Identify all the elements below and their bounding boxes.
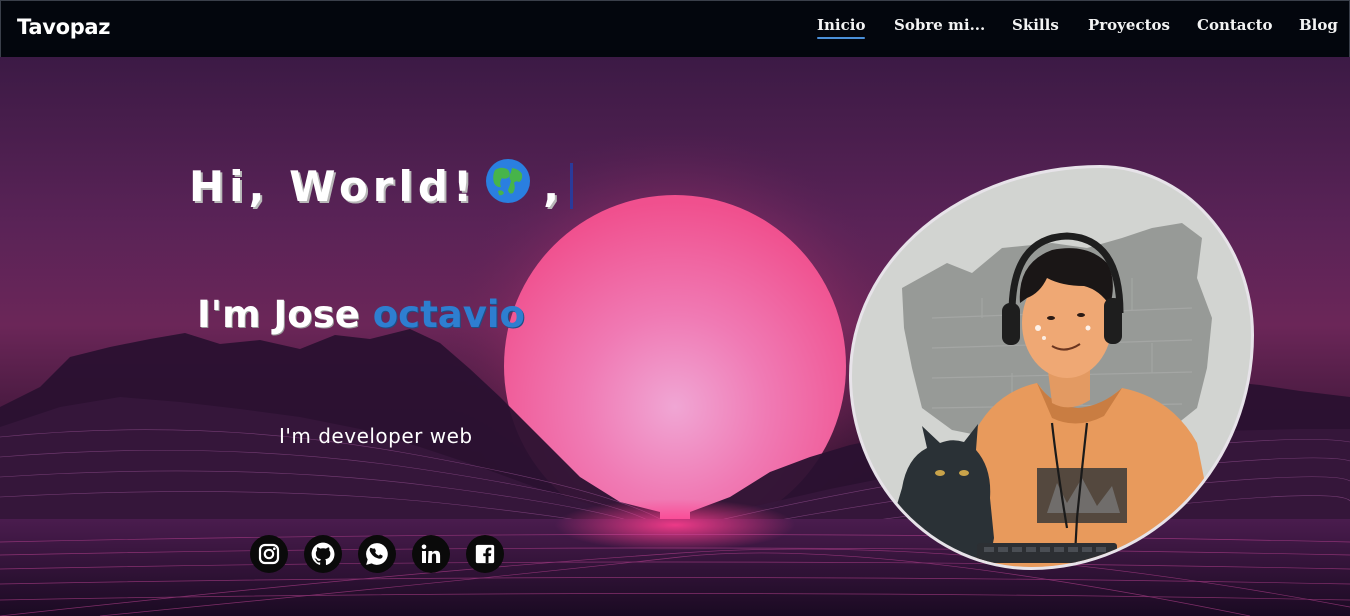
- nav-item-inicio[interactable]: Inicio: [817, 16, 866, 39]
- greeting-text: Hi, World!: [189, 161, 478, 211]
- github-link[interactable]: [304, 535, 342, 573]
- facebook-icon: [475, 544, 495, 564]
- nav-item-proyectos[interactable]: Proyectos: [1088, 16, 1170, 34]
- intro-prefix: I'm Jose: [197, 293, 360, 336]
- intro-accent-name: octavio: [372, 293, 525, 336]
- globe-icon: [485, 158, 531, 214]
- hero-tagline: I'm developer web: [279, 424, 473, 448]
- github-icon: [311, 542, 335, 565]
- linkedin-link[interactable]: [412, 535, 450, 573]
- facebook-link[interactable]: [466, 535, 504, 573]
- greeting-suffix: ,: [543, 161, 565, 211]
- top-navbar: Tavopaz Inicio Sobre mi... Skills Proyec…: [0, 0, 1350, 57]
- whatsapp-link[interactable]: [358, 535, 396, 573]
- hero-section: Hi, World! , I'm Jose octavio I'm develo…: [0, 57, 1350, 616]
- nav-item-skills[interactable]: Skills: [1012, 16, 1059, 34]
- linkedin-icon: [421, 544, 441, 563]
- instagram-icon: [258, 543, 280, 565]
- nav-item-blog[interactable]: Blog: [1299, 16, 1338, 34]
- nav-item-sobre-mi[interactable]: Sobre mi...: [894, 16, 985, 34]
- instagram-link[interactable]: [250, 535, 288, 573]
- hero-greeting: Hi, World! ,: [189, 158, 574, 214]
- hero-intro: I'm Jose octavio: [197, 293, 525, 336]
- nav-item-contacto[interactable]: Contacto: [1197, 16, 1273, 34]
- brand-logo[interactable]: Tavopaz: [17, 15, 111, 39]
- typing-caret: [570, 163, 574, 209]
- whatsapp-icon: [366, 543, 388, 565]
